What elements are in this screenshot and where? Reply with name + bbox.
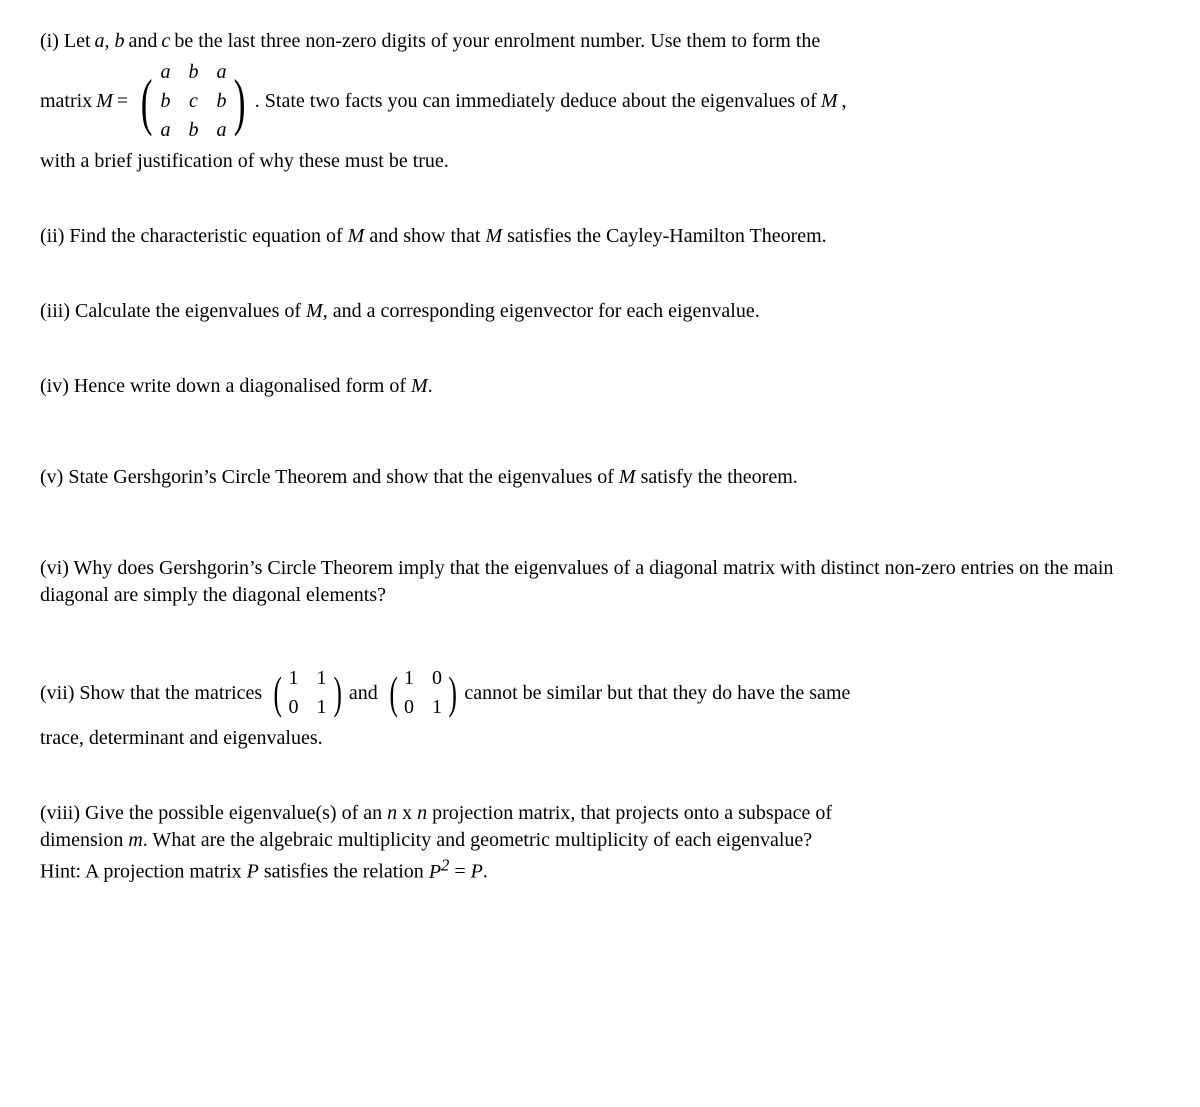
text: cannot be similar but that they do have … (464, 680, 850, 707)
var-M: M (411, 375, 428, 397)
text: (ii) Find the characteristic equation of (40, 225, 348, 247)
text: (viii) Give the possible eigenvalue(s) o… (40, 802, 387, 824)
question-v: (v) State Gershgorin’s Circle Theorem an… (40, 464, 1160, 491)
var-P-squared: P2 (429, 861, 450, 883)
var-ab: a, b (95, 28, 125, 55)
text: , (842, 88, 847, 115)
var-P: P (247, 861, 259, 883)
text: satisfies the Cayley-Hamilton Theorem. (502, 225, 827, 247)
matrix-grid: 10 01 (401, 665, 445, 721)
matrix-A: ( 11 01 ) (270, 665, 345, 721)
text: , and a corresponding eigenvector for ea… (323, 300, 760, 322)
text: (v) State Gershgorin’s Circle Theorem an… (40, 466, 619, 488)
text: . (428, 375, 433, 397)
question-iii: (iii) Calculate the eigenvalues of M, an… (40, 298, 1160, 325)
question-vii: (vii) Show that the matrices ( 11 01 ) a… (40, 665, 1160, 752)
paren-right-icon: ) (234, 76, 246, 127)
matrix-M: ( aba bcb aba ) (136, 59, 251, 144)
question-viii: (viii) Give the possible eigenvalue(s) o… (40, 800, 1160, 886)
text: satisfies the relation (259, 861, 429, 883)
question-i: (i) Let a, b and c be the last three non… (40, 28, 1160, 175)
question-vi: (vi) Why does Gershgorin’s Circle Theore… (40, 555, 1160, 609)
var-M: M (96, 88, 113, 115)
text: be the last three non-zero digits of you… (174, 28, 820, 55)
text: projection matrix, that projects onto a … (427, 802, 832, 824)
var-P: P (471, 861, 483, 883)
paren-right-icon: ) (448, 675, 456, 712)
text: satisfy the theorem. (636, 466, 798, 488)
paren-right-icon: ) (333, 675, 341, 712)
text: = (449, 861, 470, 883)
var-M: M (485, 225, 502, 247)
text: (iii) Calculate the eigenvalues of (40, 300, 306, 322)
text: trace, determinant and eigenvalues. (40, 725, 1160, 752)
text: x (397, 802, 417, 824)
text: and show that (364, 225, 485, 247)
var-M: M (306, 300, 323, 322)
text: (i) Let (40, 28, 91, 55)
text: with a brief justification of why these … (40, 148, 1160, 175)
var-M: M (821, 88, 838, 115)
question-iv: (iv) Hence write down a diagonalised for… (40, 373, 1160, 400)
matrix-grid: 11 01 (286, 665, 330, 721)
text: (iv) Hence write down a diagonalised for… (40, 375, 411, 397)
paren-left-icon: ( (389, 675, 397, 712)
var-n: n (387, 802, 397, 824)
var-M: M (619, 466, 636, 488)
text: . (483, 861, 488, 883)
text: dimension (40, 829, 128, 851)
var-c: c (161, 28, 170, 55)
question-ii: (ii) Find the characteristic equation of… (40, 223, 1160, 250)
paren-left-icon: ( (141, 76, 153, 127)
var-m: m (128, 829, 142, 851)
var-M: M (348, 225, 365, 247)
text: and (349, 680, 378, 707)
matrix-B: ( 10 01 ) (386, 665, 461, 721)
text: . What are the algebraic multiplicity an… (143, 829, 812, 851)
matrix-grid: aba bcb aba (157, 59, 229, 144)
paren-left-icon: ( (274, 675, 282, 712)
text: Hint: A projection matrix (40, 861, 247, 883)
text: matrix (40, 88, 92, 115)
text: (vii) Show that the matrices (40, 680, 262, 707)
var-n: n (417, 802, 427, 824)
text: and (129, 28, 158, 55)
text: . State two facts you can immediately de… (255, 88, 817, 115)
equals: = (117, 88, 128, 115)
text: (vi) Why does Gershgorin’s Circle Theore… (40, 557, 1113, 606)
